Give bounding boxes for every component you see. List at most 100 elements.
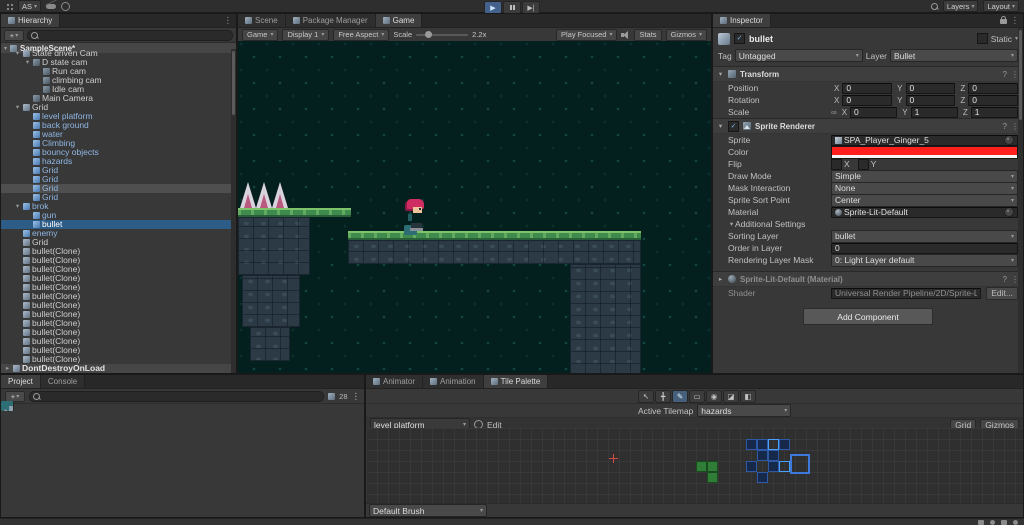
mute-audio-icon[interactable] xyxy=(621,30,630,39)
hierarchy-item[interactable]: Idle cam xyxy=(1,85,231,94)
position-z-field[interactable]: 0 xyxy=(968,82,1019,94)
foldout-arrow-icon[interactable]: ▾ xyxy=(24,58,31,67)
search-icon[interactable] xyxy=(930,2,938,10)
object-picker-icon[interactable] xyxy=(1004,135,1014,145)
painted-tile[interactable] xyxy=(768,450,779,461)
create-object-button[interactable]: + ▾ xyxy=(4,29,24,41)
painted-tile[interactable] xyxy=(707,461,718,472)
painted-tile[interactable] xyxy=(696,461,707,472)
tab-inspector[interactable]: Inspector xyxy=(713,14,771,27)
gizmos-dropdown[interactable]: Gizmos ▾ xyxy=(665,28,707,41)
foldout-arrow-icon[interactable]: ▸ xyxy=(4,364,11,373)
inspector-scrollbar[interactable] xyxy=(1018,28,1023,373)
rotation-z-field[interactable]: 0 xyxy=(968,94,1019,106)
tab-hierarchy[interactable]: Hierarchy xyxy=(1,14,61,27)
console-message-icon[interactable] xyxy=(978,519,984,525)
scale-link-icon[interactable]: ∞ xyxy=(831,108,837,117)
menu-dots-icon[interactable]: ⋮ xyxy=(352,391,361,402)
flip-x-checkbox[interactable] xyxy=(831,158,842,170)
foldout-arrow-icon[interactable]: ▾ xyxy=(728,220,735,228)
game-viewport[interactable] xyxy=(238,41,711,373)
hierarchy-item[interactable]: ▾ Grid xyxy=(1,103,231,112)
active-tilemap-dropdown[interactable]: hazards ▾ xyxy=(697,404,792,417)
sort-point-dropdown[interactable]: Center ▾ xyxy=(831,193,1018,207)
help-icon[interactable]: ? xyxy=(1003,122,1007,131)
hierarchy-search-input[interactable] xyxy=(27,29,233,41)
layout-dropdown[interactable]: Layout ▾ xyxy=(983,0,1019,12)
collab-icon[interactable] xyxy=(1001,519,1007,525)
progress-icon[interactable] xyxy=(990,519,995,525)
scale-z-field[interactable]: 1 xyxy=(970,106,1018,118)
lock-icon[interactable] xyxy=(999,16,1007,24)
static-checkbox[interactable] xyxy=(976,33,988,44)
tile-tool-button[interactable]: ▭ xyxy=(689,389,705,403)
hierarchy-item[interactable]: ▾ D state cam xyxy=(1,58,231,67)
foldout-arrow-icon[interactable]: ▾ xyxy=(717,122,724,130)
painted-tile[interactable] xyxy=(746,461,757,472)
view-tab[interactable]: Game xyxy=(375,14,423,27)
aspect-dropdown[interactable]: Free Aspect ▾ xyxy=(333,28,390,41)
menu-dots-icon[interactable]: ⋮ xyxy=(1011,15,1020,26)
foldout-arrow-icon[interactable]: ▾ xyxy=(14,49,21,58)
foldout-arrow-icon[interactable]: ▾ xyxy=(4,407,7,411)
material-object-field[interactable]: Sprite-Lit-Default xyxy=(831,206,1018,218)
position-y-field[interactable]: 0 xyxy=(905,82,956,94)
foldout-arrow-icon[interactable]: ▾ xyxy=(14,202,21,211)
foldout-arrow-icon[interactable]: ▾ xyxy=(717,70,724,78)
hierarchy-item[interactable]: Grid xyxy=(1,166,231,175)
panel-tab[interactable]: Project xyxy=(1,375,41,388)
order-in-layer-field[interactable]: 0 xyxy=(831,242,1018,254)
stats-button[interactable]: Stats xyxy=(634,28,662,41)
rotation-y-field[interactable]: 0 xyxy=(905,94,956,106)
game-target-dropdown[interactable]: Game ▾ xyxy=(242,28,279,41)
panel-tab[interactable]: Tile Palette xyxy=(483,375,549,388)
additional-settings-row[interactable]: ▾ Additional Settings xyxy=(713,218,1023,230)
hierarchy-scrollbar[interactable] xyxy=(231,49,236,373)
grid-view-icon[interactable] xyxy=(328,392,336,400)
tile-tool-button[interactable]: ◪ xyxy=(723,389,739,403)
services-icon[interactable] xyxy=(61,1,71,11)
focus-mode-dropdown[interactable]: Play Focused ▾ xyxy=(556,28,618,41)
component-enabled-checkbox[interactable]: ✓ xyxy=(728,120,739,132)
layer-dropdown[interactable]: Bullet ▾ xyxy=(890,49,1019,62)
painted-tile[interactable] xyxy=(768,461,779,472)
hierarchy-item[interactable]: ▸ DontDestroyOnLoad xyxy=(1,364,231,373)
shader-dropdown[interactable]: Universal Render Pipeline/2D/Sprite-Lit-… xyxy=(831,287,982,299)
painted-tile[interactable] xyxy=(746,439,757,450)
transform-header[interactable]: ▾ Transform ? ⋮ xyxy=(713,66,1023,82)
painted-tile[interactable] xyxy=(707,472,718,483)
painted-tile[interactable] xyxy=(757,472,768,483)
rotation-x-field[interactable]: 0 xyxy=(842,94,893,106)
hierarchy-item[interactable]: climbing cam xyxy=(1,76,231,85)
panel-tab[interactable]: Console xyxy=(40,375,86,388)
active-checkbox[interactable]: ✓ xyxy=(734,33,745,44)
project-tree-item[interactable]: ▾ Assets xyxy=(1,406,13,411)
help-icon[interactable]: ? xyxy=(1003,275,1007,284)
hierarchy-item[interactable]: ▾ State driven Cam xyxy=(1,49,231,58)
rendering-layer-mask-dropdown[interactable]: 0: Light Layer default ▾ xyxy=(831,253,1018,267)
tile-tool-button[interactable]: ◧ xyxy=(740,389,756,403)
gameobject-name[interactable]: bullet xyxy=(749,34,773,44)
display-dropdown[interactable]: Display 1 ▾ xyxy=(282,28,330,41)
account-button[interactable]: AS ▾ xyxy=(18,0,42,12)
painted-tile[interactable] xyxy=(757,439,768,450)
material-section-header[interactable]: ▸ Sprite-Lit-Default (Material) ? ⋮ xyxy=(713,271,1023,287)
tile-tool-button[interactable]: ↖ xyxy=(638,389,654,403)
panel-tab[interactable]: Animator xyxy=(366,375,424,388)
tile-palette-canvas[interactable] xyxy=(366,428,1023,504)
app-menu-icon[interactable] xyxy=(5,2,13,10)
color-field[interactable] xyxy=(831,145,1018,159)
create-asset-button[interactable]: + ▾ xyxy=(5,390,25,402)
tag-dropdown[interactable]: Untagged ▾ xyxy=(734,49,863,62)
shader-edit-button[interactable]: Edit... xyxy=(986,286,1018,300)
sprite-renderer-header[interactable]: ▾ ✓ Sprite Renderer ? ⋮ xyxy=(713,118,1023,134)
project-search-input[interactable] xyxy=(29,390,325,402)
tile-tool-button[interactable]: ✎ xyxy=(672,389,688,403)
sprite-object-field[interactable]: SPA_Player_Ginger_5 xyxy=(831,134,1018,146)
foldout-arrow-icon[interactable]: ▾ xyxy=(14,103,21,112)
flip-y-checkbox[interactable] xyxy=(857,158,869,170)
hierarchy-item[interactable]: ▾ brok xyxy=(1,202,231,211)
hierarchy-item[interactable]: back ground xyxy=(1,121,231,130)
cloud-status-icon[interactable] xyxy=(46,3,57,9)
help-icon[interactable]: ? xyxy=(1003,70,1007,79)
